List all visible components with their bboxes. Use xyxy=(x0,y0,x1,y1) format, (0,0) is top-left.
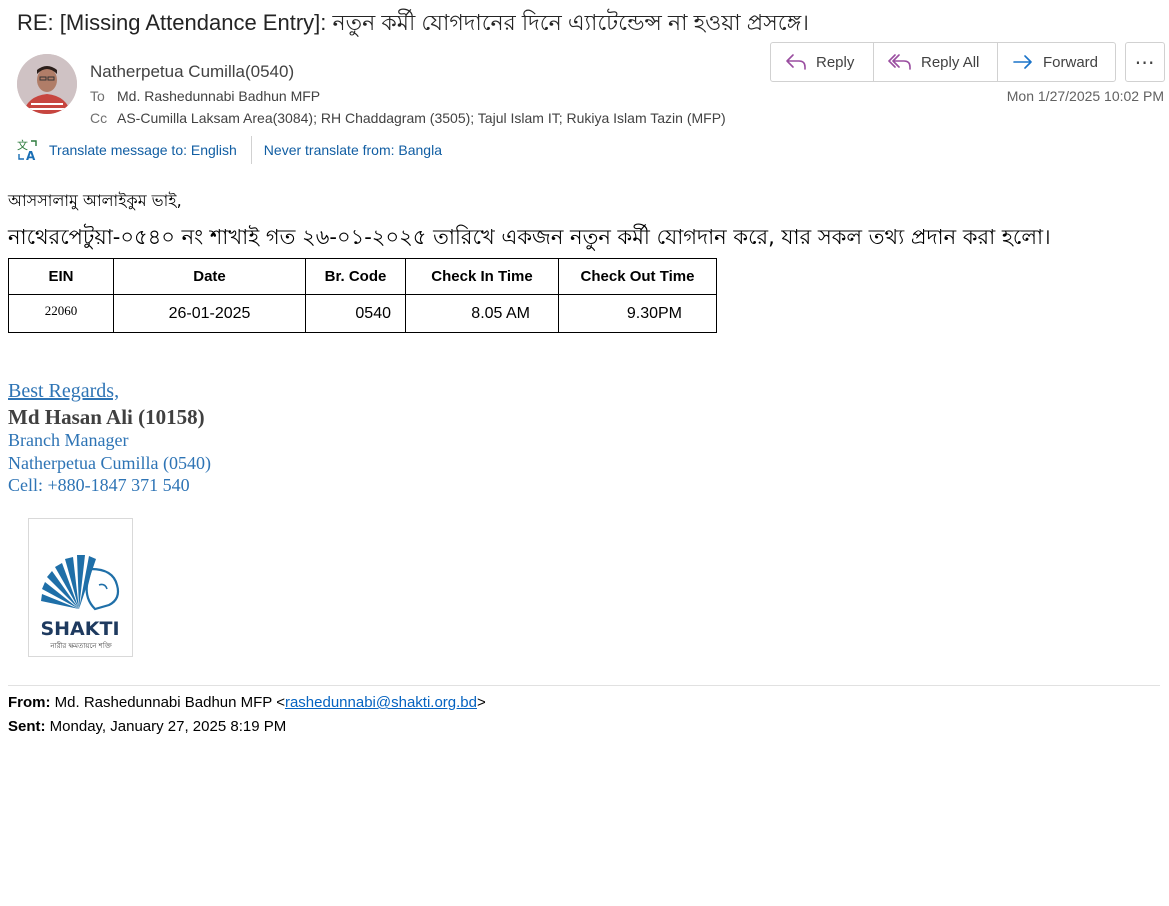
intro-text: নাথেরপেটুয়া-০৫৪০ নং শাখাই গত ২৬-০১-২০২৫… xyxy=(8,225,1051,249)
table-header-check-out: Check Out Time xyxy=(558,258,717,295)
attendance-table: EIN Date Br. Code Check In Time Check Ou… xyxy=(8,258,717,333)
table-header-date: Date xyxy=(113,258,306,295)
reply-label: Reply xyxy=(816,53,855,71)
message-actions: Reply Reply All Forward xyxy=(770,42,1116,82)
forward-label: Forward xyxy=(1043,53,1099,71)
cell-br-code: 0540 xyxy=(305,294,406,333)
signature-title: Branch Manager xyxy=(8,430,129,450)
sender-avatar[interactable] xyxy=(17,54,77,114)
logo-wordmark: SHAKTI xyxy=(40,618,119,640)
sent-datetime: Mon 1/27/2025 10:02 PM xyxy=(1006,88,1164,104)
quoted-sent-value: Monday, January 27, 2025 8:19 PM xyxy=(49,718,287,735)
table-header-ein: EIN xyxy=(8,258,114,295)
logo-tagline: নারীর ক্ষমতায়নে শক্তি xyxy=(49,641,111,650)
signature-cell: Cell: +880-1847 371 540 xyxy=(8,475,190,495)
more-actions-button[interactable]: ⋯ xyxy=(1125,42,1165,82)
forward-icon xyxy=(1013,55,1032,69)
never-translate-link[interactable]: Never translate from: Bangla xyxy=(264,142,442,158)
to-label: To xyxy=(90,88,105,104)
reply-all-button[interactable]: Reply All xyxy=(874,43,998,81)
reply-all-icon xyxy=(888,54,911,70)
quoted-sent-label: Sent: xyxy=(8,718,46,735)
reply-all-label: Reply All xyxy=(921,53,980,71)
quoted-from-name: Md. Rashedunnabi Badhun MFP < xyxy=(54,694,285,711)
translate-icon: 文 A xyxy=(17,138,37,162)
to-row: To Md. Rashedunnabi Badhun MFP xyxy=(90,88,320,104)
translate-divider xyxy=(250,136,252,164)
table-header-row: EIN Date Br. Code Check In Time Check Ou… xyxy=(8,258,717,295)
email-subject: RE: [Missing Attendance Entry]: নতুন কর্… xyxy=(17,10,810,35)
cell-check-in: 8.05 AM xyxy=(405,294,559,333)
cell-date: 26-01-2025 xyxy=(113,294,306,333)
forward-button[interactable]: Forward xyxy=(998,43,1115,81)
cc-label: Cc xyxy=(90,110,108,126)
translate-message-link[interactable]: Translate message to: English xyxy=(49,142,237,158)
table-row: 22060 26-01-2025 0540 8.05 AM 9.30PM xyxy=(8,294,717,333)
shakti-logo: SHAKTI নারীর ক্ষমতায়নে শক্তি xyxy=(28,518,133,657)
reply-icon xyxy=(786,54,806,70)
quoted-from-row: From: Md. Rashedunnabi Badhun MFP <rashe… xyxy=(8,694,486,711)
quoted-from-close: > xyxy=(477,694,486,711)
table-header-check-in: Check In Time xyxy=(405,258,559,295)
signature-regards: Best Regards, xyxy=(8,380,120,402)
signature-branch: Natherpetua Cumilla (0540) xyxy=(8,453,211,473)
signature-name: Md Hasan Ali (10158) xyxy=(8,405,205,429)
svg-text:A: A xyxy=(26,149,36,162)
quoted-from-email-link[interactable]: rashedunnabi@shakti.org.bd xyxy=(285,694,477,711)
reply-button[interactable]: Reply xyxy=(771,43,874,81)
sender-name[interactable]: Natherpetua Cumilla(0540) xyxy=(90,62,294,82)
cc-recipients[interactable]: AS-Cumilla Laksam Area(3084); RH Chaddag… xyxy=(117,110,726,126)
cc-row: Cc AS-Cumilla Laksam Area(3084); RH Chadd… xyxy=(90,110,726,126)
quoted-from-label: From: xyxy=(8,694,51,711)
quoted-sent-row: Sent: Monday, January 27, 2025 8:19 PM xyxy=(8,718,286,735)
quoted-divider xyxy=(8,685,1160,686)
cell-ein: 22060 xyxy=(8,294,114,333)
more-icon: ⋯ xyxy=(1134,51,1156,74)
table-header-br-code: Br. Code xyxy=(305,258,406,295)
cell-check-out: 9.30PM xyxy=(558,294,717,333)
greeting-text: আসসালামু আলাইকুম ভাই, xyxy=(8,191,182,210)
to-recipient[interactable]: Md. Rashedunnabi Badhun MFP xyxy=(117,88,320,104)
translate-bar: 文 A Translate message to: English Never … xyxy=(16,136,442,164)
